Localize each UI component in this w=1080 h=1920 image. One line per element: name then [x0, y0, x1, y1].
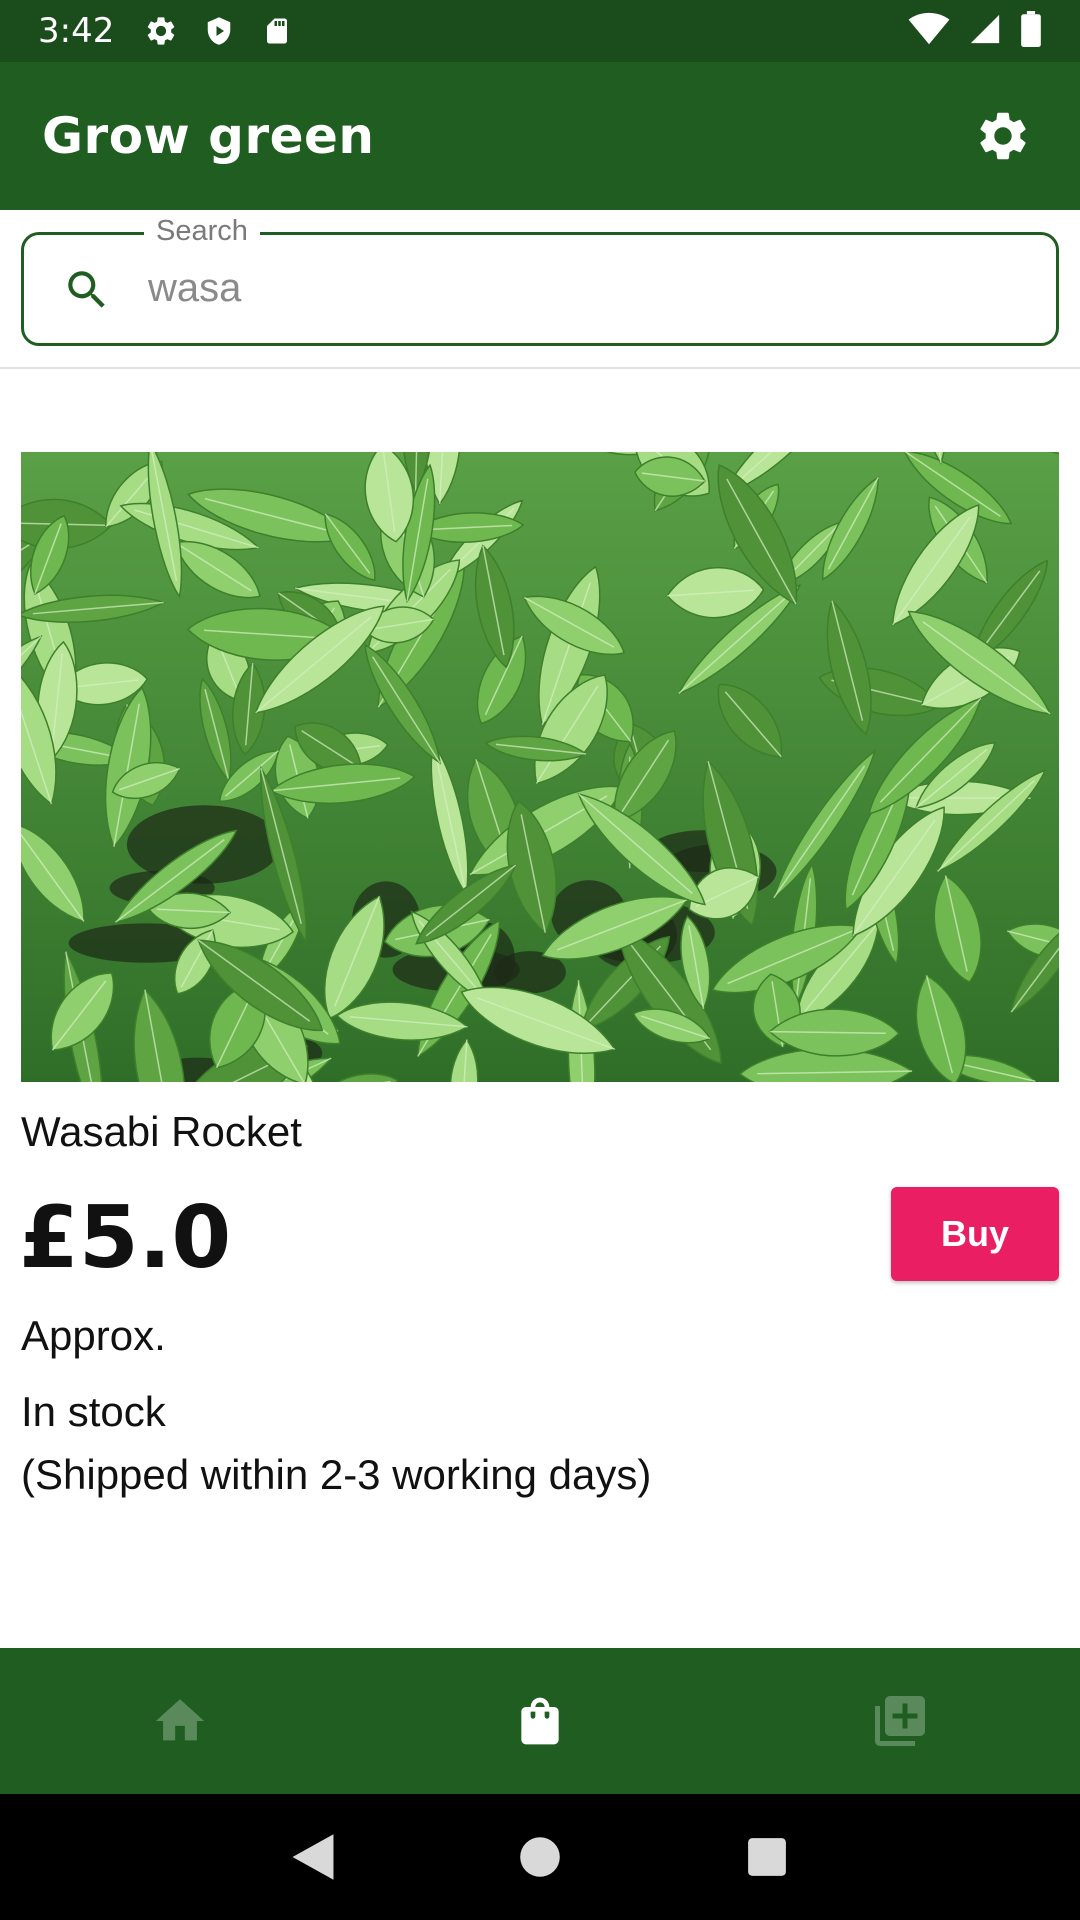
shopping-bag-icon — [521, 1697, 559, 1745]
product-price: £5.0 — [19, 1188, 232, 1288]
search-label: Search — [144, 215, 260, 248]
sd-card-icon — [260, 14, 294, 48]
home-circle-icon — [520, 1837, 560, 1877]
app-title: Grow green — [42, 107, 375, 165]
settings-button[interactable] — [968, 101, 1038, 171]
price-note: Approx. — [21, 1312, 166, 1359]
shipping-info: (Shipped within 2-3 working days) — [21, 1451, 652, 1498]
rocket-leaves-illustration — [21, 452, 1059, 1082]
gear-icon — [980, 112, 1026, 160]
home-system-button[interactable] — [510, 1827, 570, 1887]
shield-icon — [202, 14, 236, 48]
recents-square-icon — [747, 1838, 786, 1876]
nav-item-shop[interactable] — [360, 1648, 720, 1794]
stock-status: In stock — [21, 1388, 166, 1435]
app-bar: Grow green — [0, 62, 1080, 210]
home-icon — [155, 1699, 205, 1741]
search-icon — [62, 265, 112, 315]
status-bar: 3:42 — [0, 0, 1080, 62]
product-image[interactable] — [21, 452, 1059, 1082]
product-name: Wasabi Rocket — [21, 1108, 302, 1155]
recents-button[interactable] — [737, 1827, 797, 1887]
system-nav-bar — [0, 1794, 1080, 1920]
add-to-library-icon — [875, 1696, 925, 1746]
nav-item-add[interactable] — [720, 1648, 1080, 1794]
signal-icon — [968, 12, 1002, 51]
back-triangle-icon — [292, 1834, 334, 1880]
battery-icon — [1020, 10, 1042, 52]
buy-button[interactable]: Buy — [891, 1187, 1059, 1281]
status-right-icons — [908, 10, 1042, 52]
search-field[interactable]: Search — [21, 215, 1059, 346]
search-input[interactable] — [148, 257, 1028, 319]
divider — [0, 367, 1080, 369]
app-screen: 3:42 Grow green Search wasa Wasabi Rocke… — [0, 0, 1080, 1920]
status-time: 3:42 — [38, 11, 115, 51]
wifi-icon — [908, 12, 950, 51]
gear-icon — [144, 14, 178, 48]
nav-item-home[interactable] — [0, 1648, 360, 1794]
back-button[interactable] — [283, 1827, 343, 1887]
bottom-nav — [0, 1648, 1080, 1794]
